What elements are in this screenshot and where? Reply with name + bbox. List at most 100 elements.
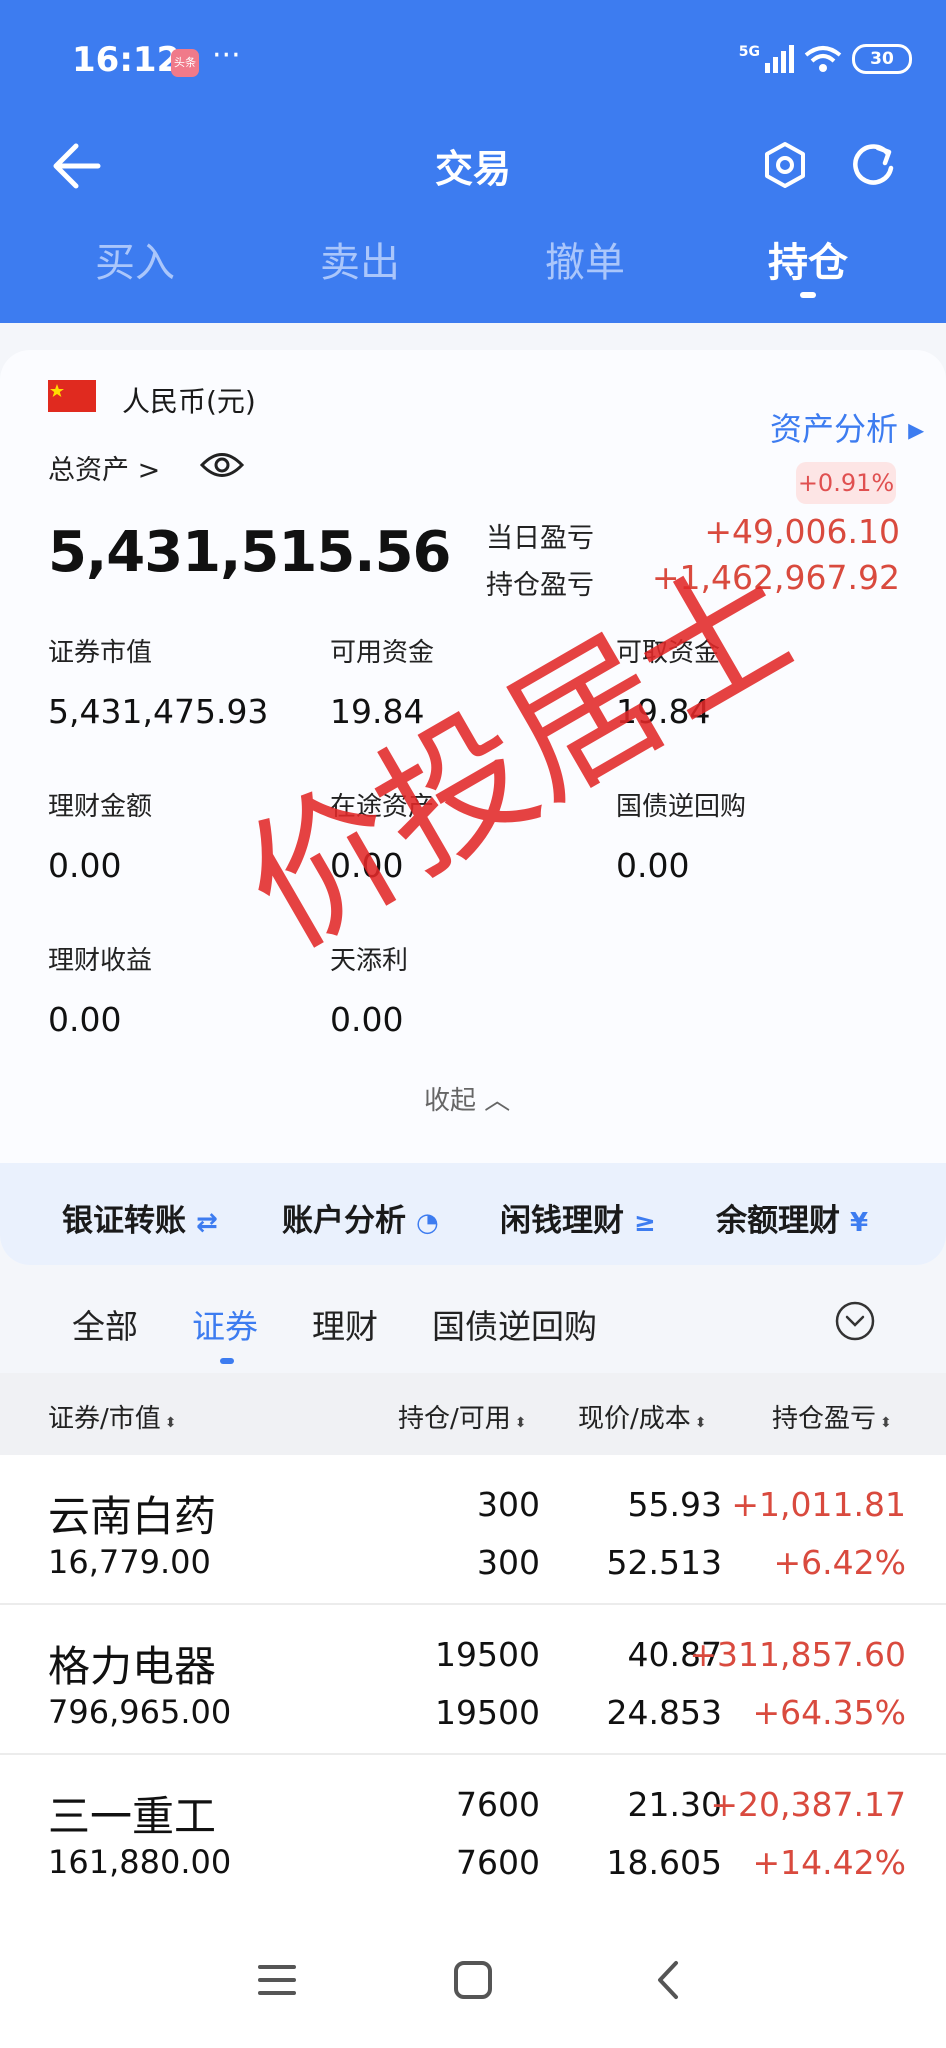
total-assets-label[interactable]: 总资产 > [48, 448, 160, 487]
available-qty: 7600 [456, 1843, 540, 1882]
stock-name: 云南白药 [48, 1492, 217, 1541]
battery-icon: 30 [852, 44, 912, 74]
position-qty: 300 [477, 1485, 540, 1524]
col-security[interactable]: 证券/市值 ⬍ [48, 1398, 177, 1435]
balance-wealth-button[interactable]: 余额理财 ¥ [716, 1195, 868, 1240]
tab-all[interactable]: 全部 [72, 1300, 138, 1348]
idle-money-button[interactable]: 闲钱理财 ≥ [500, 1195, 656, 1240]
refresh-icon[interactable] [848, 140, 898, 190]
tab-buy[interactable]: 买入 [55, 230, 215, 288]
col-position[interactable]: 持仓/可用 ⬍ [398, 1398, 527, 1435]
stock-market-value: 796,965.00 [48, 1693, 232, 1731]
securities-mv-value: 5,431,475.93 [48, 692, 269, 731]
list-tab-indicator [220, 1358, 234, 1364]
sort-icon: ⬍ [164, 1415, 177, 1431]
app-header: 16:12 头条 ··· 5G 30 交易 买入 卖出 撤单 持仓 [0, 0, 946, 323]
china-flag-icon [48, 380, 96, 412]
table-row[interactable]: 云南白药 16,779.00 300 300 55.93 52.513 +1,0… [0, 1455, 946, 1605]
tab-cancel-order[interactable]: 撤单 [505, 230, 665, 288]
wealth-amount-label: 理财金额 [48, 792, 153, 822]
menu-icon[interactable] [252, 1955, 302, 2005]
position-pl-label: 持仓盈亏 [486, 570, 594, 601]
tab-reverse-repo[interactable]: 国债逆回购 [432, 1300, 597, 1348]
stock-name: 三一重工 [48, 1792, 217, 1841]
tab-sell[interactable]: 卖出 [280, 230, 440, 288]
in-transit-value: 0.00 [330, 846, 404, 885]
position-pl-pct: +14.42% [752, 1843, 906, 1882]
col-price[interactable]: 现价/成本 ⬍ [578, 1398, 707, 1435]
table-row[interactable]: 格力电器 796,965.00 19500 19500 40.87 24.853… [0, 1605, 946, 1755]
app-badge-icon: 头条 [171, 49, 199, 77]
account-analysis-label: 账户分析 [282, 1203, 406, 1239]
position-pl-pct: +64.35% [752, 1693, 906, 1732]
position-qty: 7600 [456, 1785, 540, 1824]
network-type-label: 5G [738, 44, 760, 60]
stock-market-value: 16,779.00 [48, 1543, 211, 1581]
more-notifications-icon: ··· [212, 38, 241, 73]
withdrawable-funds-value: 19.84 [616, 692, 711, 731]
cost-price: 24.853 [606, 1693, 722, 1732]
available-qty: 19500 [435, 1693, 540, 1732]
wealth-income-value: 0.00 [48, 1000, 122, 1039]
gear-icon[interactable] [760, 140, 810, 190]
sort-icon: ⬍ [880, 1415, 892, 1431]
tiantianli-label: 天添利 [330, 946, 409, 976]
swap-icon: ⇄ [196, 1208, 218, 1238]
position-pl: +20,387.17 [710, 1785, 906, 1824]
eye-icon[interactable] [200, 450, 244, 480]
position-qty: 19500 [435, 1635, 540, 1674]
status-indicators: 5G 30 [739, 44, 912, 74]
wealth-amount-value: 0.00 [48, 846, 122, 885]
currency-label: 人民币(元) [122, 385, 256, 418]
col-pl-label: 持仓盈亏 [772, 1404, 877, 1434]
tab-wealth[interactable]: 理财 [312, 1300, 378, 1348]
signal-icon [765, 45, 794, 73]
position-pl-value: +1,462,967.92 [651, 558, 900, 597]
tab-securities[interactable]: 证券 [192, 1300, 258, 1348]
idle-money-label: 闲钱理财 [500, 1203, 624, 1239]
status-time: 16:12 [72, 40, 181, 80]
home-square-icon[interactable] [448, 1955, 498, 2005]
position-pl: +311,857.60 [689, 1635, 906, 1674]
col-pl[interactable]: 持仓盈亏 ⬍ [772, 1398, 892, 1435]
col-position-label: 持仓/可用 [398, 1404, 511, 1434]
sort-icon: ⬍ [694, 1415, 707, 1431]
wealth-income-label: 理财收益 [48, 946, 153, 976]
reverse-repo-label: 国债逆回购 [616, 792, 747, 822]
asset-analysis-link[interactable]: 资产分析 ▸ [770, 404, 924, 450]
position-pl-pct: +6.42% [773, 1543, 906, 1582]
reverse-repo-value: 0.00 [616, 846, 690, 885]
back-chevron-icon[interactable] [644, 1955, 694, 2005]
chevron-down-icon[interactable] [834, 1300, 876, 1342]
table-row[interactable]: 三一重工 161,880.00 7600 7600 21.30 18.605 +… [0, 1755, 946, 1905]
tiantianli-value: 0.00 [330, 1000, 404, 1039]
stock-market-value: 161,880.00 [48, 1843, 232, 1881]
stock-name: 格力电器 [48, 1642, 217, 1691]
daily-pl-value: +49,006.10 [704, 512, 900, 551]
wifi-icon [804, 46, 842, 72]
current-price: 21.30 [627, 1785, 722, 1824]
account-analysis-button[interactable]: 账户分析 ◔ [282, 1195, 439, 1240]
active-tab-indicator [800, 292, 816, 298]
cost-price: 52.513 [606, 1543, 722, 1582]
holdings-list: 云南白药 16,779.00 300 300 55.93 52.513 +1,0… [0, 1455, 946, 1905]
analysis-icon: ◔ [416, 1208, 439, 1238]
yuan-icon: ¥ [850, 1208, 869, 1238]
tab-positions[interactable]: 持仓 [728, 230, 888, 288]
sort-icon: ⬍ [514, 1415, 527, 1431]
collapse-toggle[interactable]: 收起 ︿ [424, 1080, 510, 1117]
daily-pl-label: 当日盈亏 [486, 523, 594, 554]
cost-price: 18.605 [606, 1843, 722, 1882]
change-pct-badge: +0.91% [796, 462, 896, 504]
current-price: 55.93 [627, 1485, 722, 1524]
available-funds-value: 19.84 [330, 692, 425, 731]
wealth-icon: ≥ [634, 1208, 656, 1238]
in-transit-label: 在途资产 [330, 792, 435, 822]
available-qty: 300 [477, 1543, 540, 1582]
bank-transfer-label: 银证转账 [62, 1203, 186, 1239]
col-security-label: 证券/市值 [48, 1404, 161, 1434]
balance-wealth-label: 余额理财 [716, 1203, 840, 1239]
position-pl: +1,011.81 [731, 1485, 906, 1524]
bank-transfer-button[interactable]: 银证转账 ⇄ [62, 1195, 218, 1240]
withdrawable-funds-label: 可取资金 [616, 638, 721, 668]
